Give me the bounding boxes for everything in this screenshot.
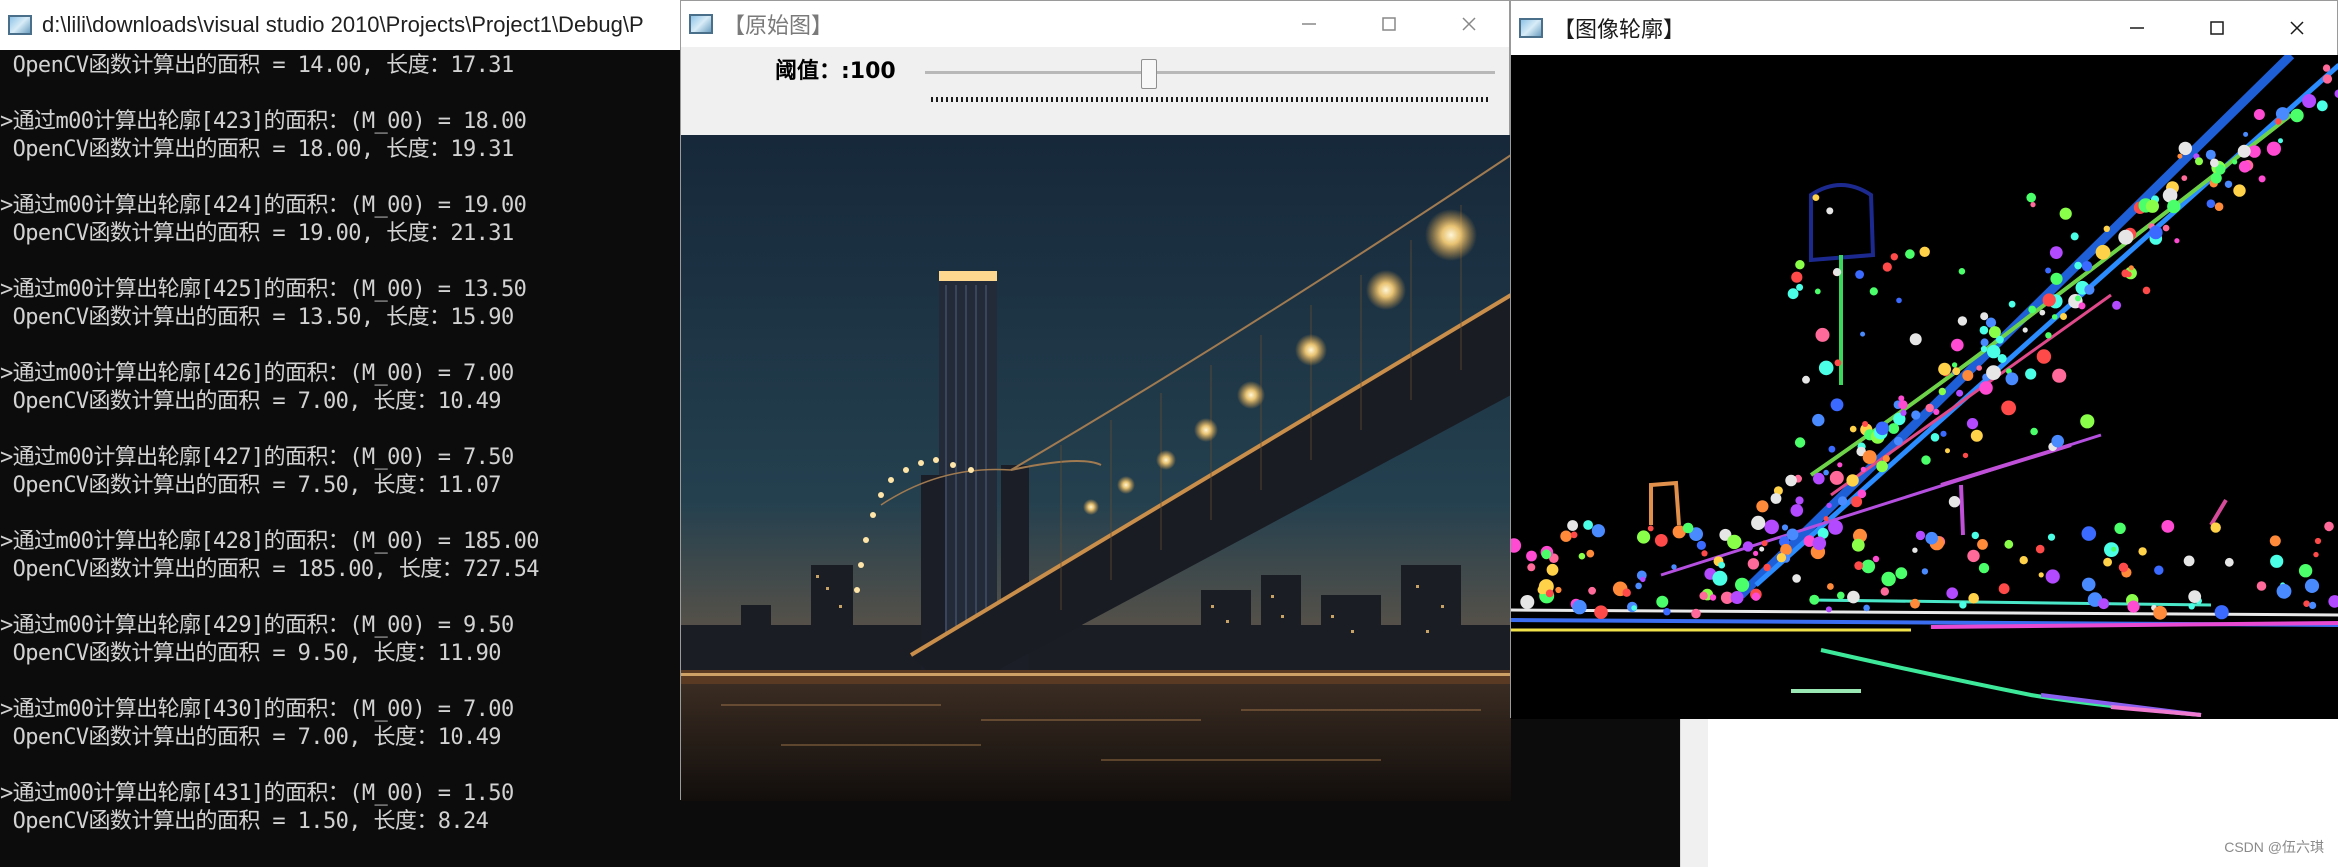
- original-photo: [681, 135, 1511, 801]
- console-line: >通过m00计算出轮廓[426]的面积：(M_00) = 7.00: [0, 361, 514, 386]
- contour-window[interactable]: 【图像轮廓】: [1510, 0, 2338, 719]
- console-line: OpenCV函数计算出的面积 = 19.00, 长度：21.31: [0, 221, 515, 246]
- console-line: >通过m00计算出轮廓[430]的面积：(M_00) = 7.00: [0, 697, 514, 722]
- console-output: OpenCV函数计算出的面积 = 14.00, 长度：17.31 >通过m00计算…: [0, 52, 680, 836]
- watermark: CSDN @伍六琪: [2224, 839, 2324, 855]
- console-line: OpenCV函数计算出的面积 = 18.00, 长度：19.31: [0, 137, 515, 162]
- contour-image: [1511, 55, 2338, 719]
- console-line: >通过m00计算出轮廓[428]的面积：(M_00) = 185.00: [0, 529, 539, 554]
- console-line: >通过m00计算出轮廓[424]的面积：(M_00) = 19.00: [0, 193, 527, 218]
- console-line: OpenCV函数计算出的面积 = 14.00, 长度：17.31: [0, 53, 515, 78]
- console-line: OpenCV函数计算出的面积 = 1.50, 长度：8.24: [0, 809, 489, 834]
- threshold-slider-ticks: [931, 97, 1491, 102]
- maximize-icon: [1382, 17, 1396, 31]
- original-window-titlebar[interactable]: 【原始图】: [681, 1, 1509, 47]
- console-line: OpenCV函数计算出的面积 = 185.00, 长度：727.54: [0, 557, 540, 582]
- console-line: OpenCV函数计算出的面积 = 7.00, 长度：10.49: [0, 725, 502, 750]
- console-app-icon: [8, 15, 32, 35]
- console-line: >通过m00计算出轮廓[429]的面积：(M_00) = 9.50: [0, 613, 514, 638]
- console-title: d:\lili\downloads\visual studio 2010\Pro…: [42, 12, 644, 37]
- background-scrollbar[interactable]: [1680, 700, 1708, 867]
- close-icon: [1462, 17, 1476, 31]
- close-button[interactable]: [2257, 1, 2337, 55]
- contour-window-titlebar[interactable]: 【图像轮廓】: [1511, 1, 2337, 55]
- console-line: >通过m00计算出轮廓[427]的面积：(M_00) = 7.50: [0, 445, 514, 470]
- contour-window-app-icon: [1519, 18, 1543, 38]
- minimize-button[interactable]: [1269, 1, 1349, 47]
- console-line: >通过m00计算出轮廓[425]的面积：(M_00) = 13.50: [0, 277, 527, 302]
- console-line: OpenCV函数计算出的面积 = 13.50, 长度：15.90: [0, 305, 515, 330]
- maximize-button[interactable]: [1349, 1, 1429, 47]
- minimize-icon: [2130, 27, 2144, 29]
- console-line: OpenCV函数计算出的面积 = 9.50, 长度：11.90: [0, 641, 502, 666]
- console-line: OpenCV函数计算出的面积 = 7.50, 长度：11.07: [0, 473, 502, 498]
- console-titlebar[interactable]: d:\lili\downloads\visual studio 2010\Pro…: [0, 0, 680, 50]
- contour-window-title: 【图像轮廓】: [1553, 18, 1686, 43]
- threshold-slider-thumb[interactable]: [1141, 59, 1157, 89]
- original-window-title: 【原始图】: [723, 14, 834, 39]
- minimize-icon: [1302, 23, 1316, 25]
- threshold-slider-track[interactable]: [925, 71, 1495, 74]
- threshold-label: 阈值：:100: [775, 59, 896, 84]
- maximize-button[interactable]: [2177, 1, 2257, 55]
- console-line: >通过m00计算出轮廓[431]的面积：(M_00) = 1.50: [0, 781, 514, 806]
- console-line: OpenCV函数计算出的面积 = 7.00, 长度：10.49: [0, 389, 502, 414]
- minimize-button[interactable]: [2097, 1, 2177, 55]
- close-icon: [2290, 21, 2304, 35]
- close-button[interactable]: [1429, 1, 1509, 47]
- console-line: >通过m00计算出轮廓[423]的面积：(M_00) = 18.00: [0, 109, 527, 134]
- trackbar-area: 阈值：:100: [681, 47, 1509, 135]
- bridge-night-photo: [681, 135, 1511, 801]
- original-window-app-icon: [689, 14, 713, 34]
- maximize-icon: [2210, 21, 2224, 35]
- original-image-window[interactable]: 【原始图】 阈值：:100: [680, 0, 1511, 801]
- contour-drawing: [1511, 55, 2338, 717]
